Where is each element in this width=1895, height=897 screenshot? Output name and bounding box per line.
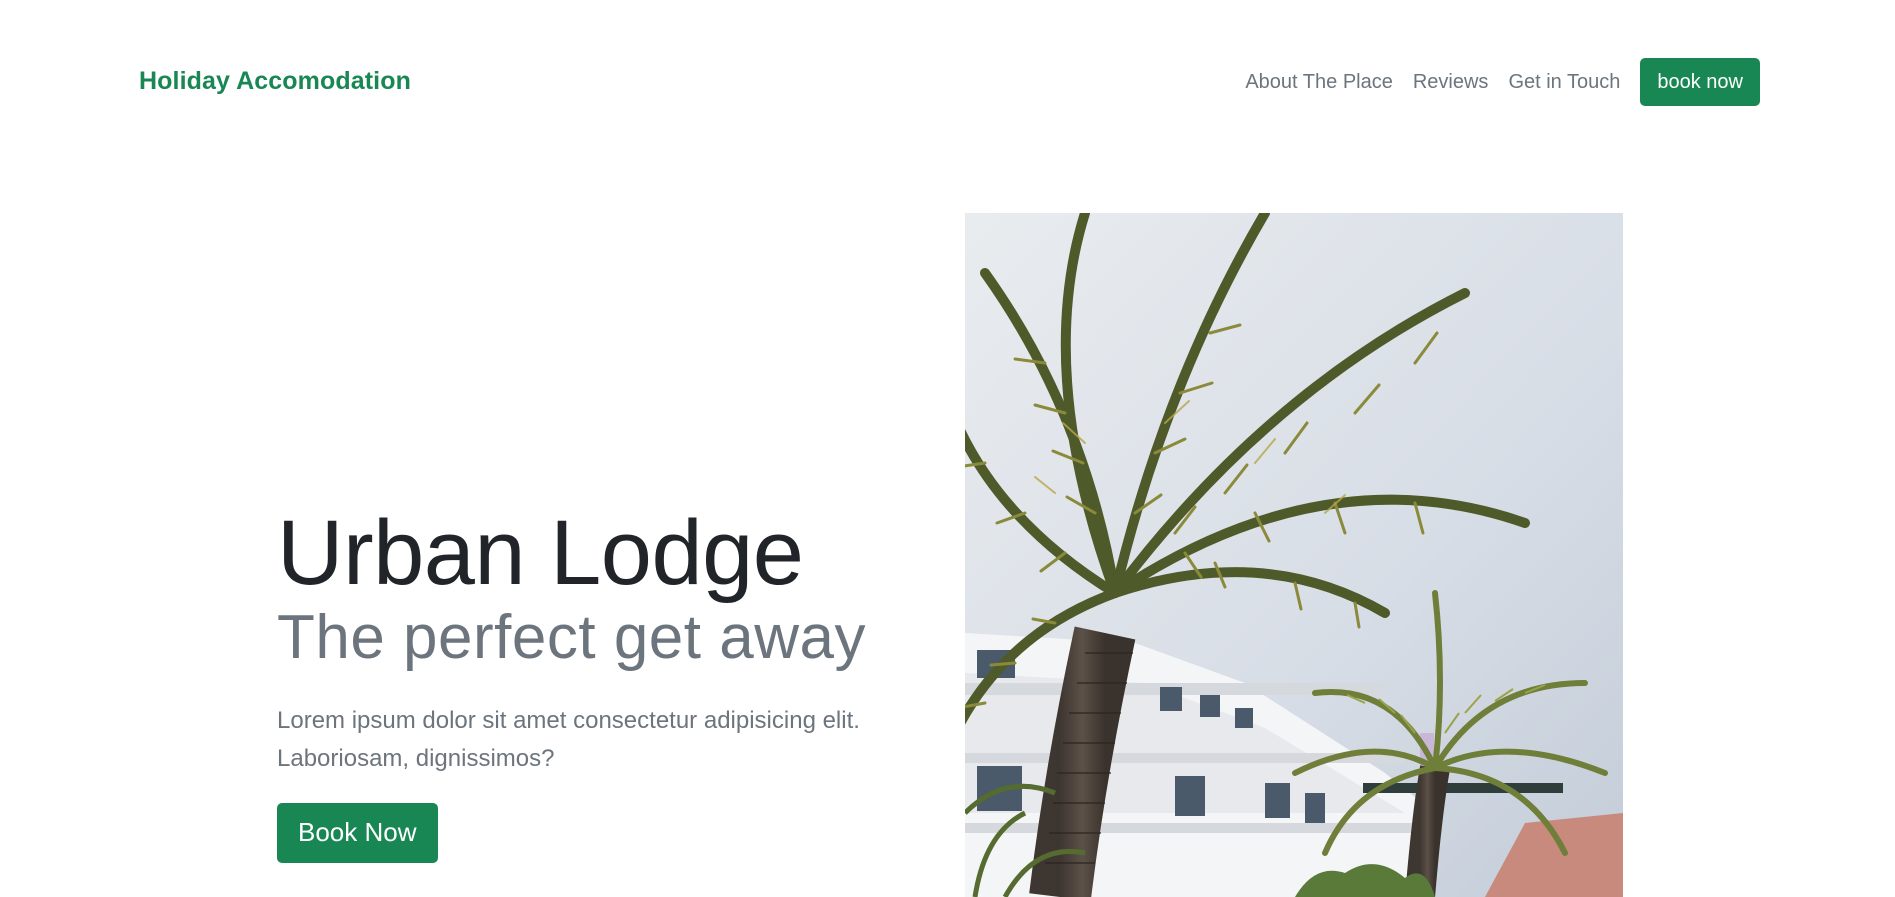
- navbar: Holiday Accomodation About The Place Rev…: [0, 0, 1895, 166]
- nav-link-reviews[interactable]: Reviews: [1413, 71, 1489, 94]
- nav-link-contact[interactable]: Get in Touch: [1508, 71, 1620, 94]
- hero-text: Urban Lodge The perfect get away Lorem i…: [277, 505, 917, 863]
- hero-title: Urban Lodge: [277, 502, 804, 604]
- book-now-nav-button[interactable]: book now: [1640, 58, 1760, 106]
- nav-link-about[interactable]: About The Place: [1245, 71, 1393, 94]
- hero-subtitle: The perfect get away: [277, 602, 866, 672]
- book-now-hero-button[interactable]: Book Now: [277, 802, 438, 863]
- nav-links: About The Place Reviews Get in Touch boo…: [1245, 58, 1760, 106]
- brand-logo[interactable]: Holiday Accomodation: [139, 67, 411, 96]
- hero-lead: Lorem ipsum dolor sit amet consectetur a…: [277, 706, 860, 772]
- hero-image-palm-hotel: [965, 213, 1623, 897]
